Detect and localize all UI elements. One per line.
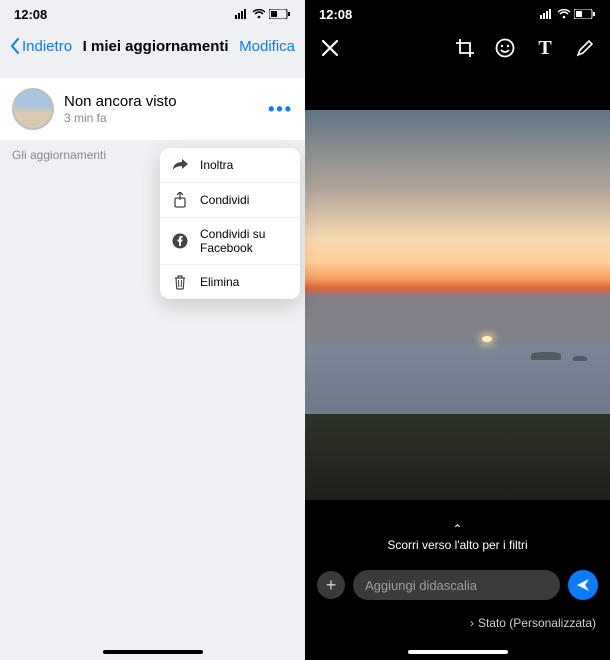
menu-label: Inoltra [200,158,233,172]
back-label: Indietro [22,38,72,55]
page-title: I miei aggiornamenti [83,38,229,55]
menu-delete[interactable]: Elimina [160,265,300,299]
emoji-icon [495,38,515,58]
close-button[interactable] [319,37,341,59]
status-row[interactable]: Non ancora visto 3 min fa ••• [0,78,305,140]
chevron-left-icon [10,38,20,54]
home-indicator[interactable] [408,650,508,654]
status-thumbnail [12,88,54,130]
pencil-icon [575,38,595,58]
photo-preview[interactable] [305,110,610,500]
wifi-icon [557,9,571,19]
plus-icon: + [326,575,337,596]
status-icons [540,9,596,19]
menu-share-facebook[interactable]: Condividi su Facebook [160,218,300,265]
more-button[interactable]: ••• [268,99,293,120]
forward-icon [172,157,188,173]
share-icon [172,192,188,208]
crop-icon [455,38,475,58]
pane-status-editor: 12:08 T [305,0,610,660]
status-time: 3 min fa [64,111,258,125]
context-menu: Inoltra Condividi Condividi su Facebook … [160,148,300,299]
pane-status-updates: 12:08 Indietro I miei aggiornamenti Modi… [0,0,305,660]
battery-icon [574,9,596,19]
send-button[interactable] [568,570,598,600]
status-bar: 12:08 [0,0,305,28]
chevron-up-icon: ⌃ [305,522,610,536]
send-icon [575,577,591,593]
battery-icon [269,9,291,19]
privacy-label: Stato (Personalizzata) [478,616,596,630]
clock: 12:08 [14,7,47,22]
chevron-right-icon: › [470,616,474,630]
status-title: Non ancora visto [64,93,258,110]
editor-toolbar: T [305,28,610,68]
caption-input[interactable]: Aggiungi didascalia [353,570,560,600]
signal-icon [235,9,249,19]
menu-label: Condividi [200,193,249,207]
crop-button[interactable] [454,37,476,59]
facebook-icon [172,233,188,249]
swipe-hint[interactable]: Scorri verso l'alto per i filtri [305,538,610,552]
caption-placeholder: Aggiungi didascalia [365,578,477,593]
back-button[interactable]: Indietro [10,38,72,55]
edit-button[interactable]: Modifica [239,38,295,55]
menu-forward[interactable]: Inoltra [160,148,300,183]
trash-icon [172,274,188,290]
menu-label: Condividi su Facebook [200,227,288,255]
privacy-button[interactable]: › Stato (Personalizzata) [470,616,596,630]
status-bar: 12:08 [305,0,610,28]
clock: 12:08 [319,7,352,22]
wifi-icon [252,9,266,19]
signal-icon [540,9,554,19]
draw-button[interactable] [574,37,596,59]
menu-share[interactable]: Condividi [160,183,300,218]
text-button[interactable]: T [534,37,556,59]
sticker-button[interactable] [494,37,516,59]
add-media-button[interactable]: + [317,571,345,599]
status-icons [235,9,291,19]
close-icon [321,39,339,57]
caption-row: + Aggiungi didascalia [305,570,610,600]
nav-bar: Indietro I miei aggiornamenti Modifica [0,28,305,64]
menu-label: Elimina [200,275,239,289]
home-indicator[interactable] [103,650,203,654]
